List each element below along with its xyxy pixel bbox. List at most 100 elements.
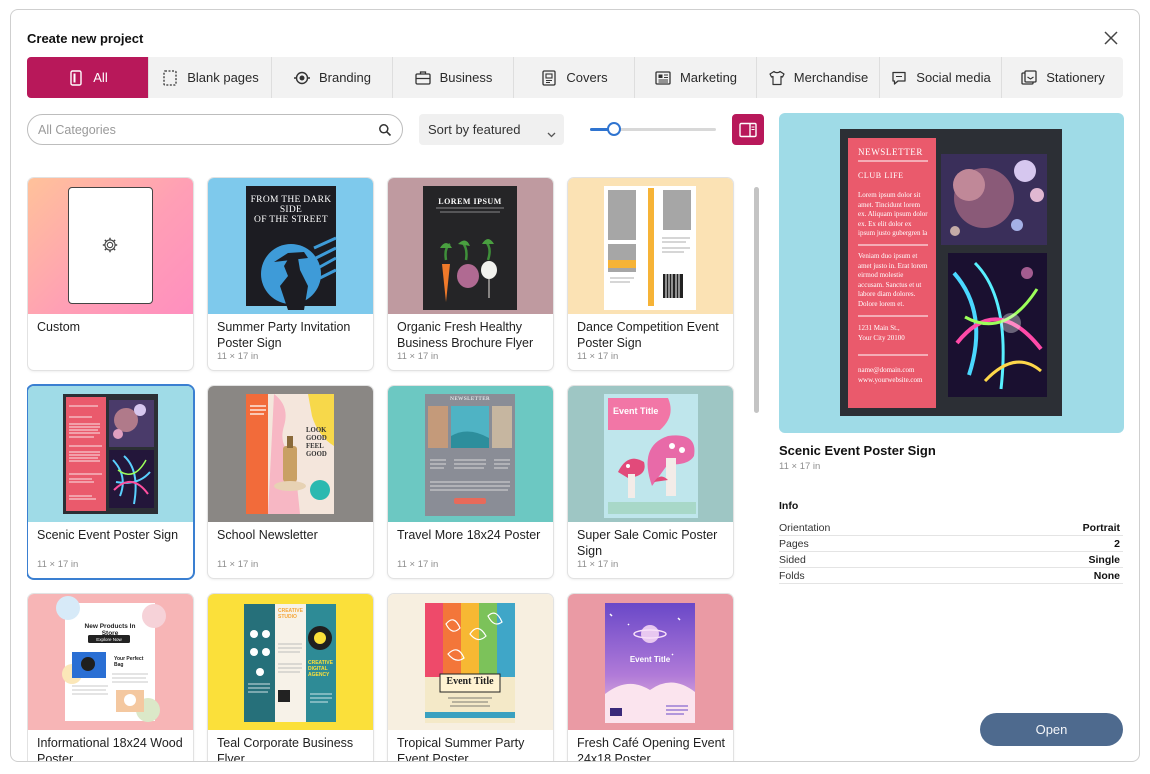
template-name: Organic Fresh Healthy Business Brochure …: [397, 320, 534, 350]
template-thumbnail: New Products In Store Explore Now Your P…: [28, 594, 193, 730]
cover-icon: [540, 69, 558, 87]
poster-text: NEWSLETTER: [449, 396, 491, 402]
search-input[interactable]: [38, 121, 358, 139]
stationery-icon: [1020, 69, 1038, 87]
template-name: Teal Corporate Business Flyer: [217, 736, 354, 762]
tab-label: Stationery: [1046, 70, 1105, 85]
toggle-preview-panel-button[interactable]: [732, 114, 764, 145]
poster-paragraph-line: amet. Tincidunt lorem: [858, 200, 921, 209]
poster-paragraph-line: Dolore lorem et.: [858, 299, 905, 308]
template-card[interactable]: Event Title Super Sale Comic Poster Sign…: [568, 386, 733, 578]
category-tabs: All Blank pages Branding Business Covers…: [27, 57, 1123, 98]
open-button[interactable]: Open: [980, 713, 1123, 746]
info-row-orientation: Orientation Portrait: [779, 520, 1123, 536]
grid-scrollbar[interactable]: [754, 187, 759, 413]
poster-paragraph-line: Veniam duo ipsum et: [858, 252, 918, 260]
poster-contact-line: www.yourwebsite.com: [858, 375, 923, 384]
poster-text: LOREM IPSUM: [438, 197, 502, 206]
template-thumbnail: LOREM IPSUM: [388, 178, 553, 314]
gear-icon: [101, 236, 119, 259]
template-name: Informational 18x24 Wood Poster: [37, 736, 183, 762]
template-thumbnail: [28, 386, 193, 522]
chat-icon: [890, 69, 908, 87]
poster-text: Event Title: [613, 406, 659, 416]
template-size: 11 × 17 in: [37, 559, 79, 570]
newspaper-icon: [654, 69, 672, 87]
tab-label: All: [93, 70, 108, 85]
template-thumbnail: Event Title: [388, 594, 553, 730]
poster-paragraph-line: labore diam dolores.: [858, 290, 916, 298]
tab-label: Covers: [566, 70, 608, 85]
info-value: 2: [1114, 538, 1120, 550]
poster-text: OF THE STREET: [254, 215, 328, 225]
info-row-folds: Folds None: [779, 568, 1123, 584]
poster-text: STUDIO: [278, 614, 297, 620]
poster-text: SIDE: [279, 205, 303, 215]
poster-text: Bag: [114, 662, 124, 668]
template-card[interactable]: Event Title Tropical Summer Party Event …: [388, 594, 553, 761]
tshirt-icon: [768, 69, 786, 87]
poster-text: FROM THE DARK: [250, 195, 332, 205]
tab-all[interactable]: All: [27, 57, 148, 98]
template-card-custom[interactable]: Custom: [28, 178, 193, 370]
template-card[interactable]: FROM THE DARK SIDE OF THE STREET Summer …: [208, 178, 373, 370]
sort-dropdown[interactable]: Sort by featured: [419, 114, 564, 145]
template-card[interactable]: Event Title Fresh Café Opening Event 24x…: [568, 594, 733, 762]
info-value: None: [1093, 570, 1120, 582]
tab-marketing[interactable]: Marketing: [634, 57, 756, 98]
info-value: Portrait: [1082, 522, 1120, 534]
tab-merchandise[interactable]: Merchandise: [756, 57, 879, 98]
template-size: 11 × 17 in: [577, 559, 619, 570]
template-card[interactable]: Dance Competition Event Poster Sign 11 ×…: [568, 178, 733, 370]
template-name: Super Sale Comic Poster Sign: [577, 528, 718, 558]
template-card-selected[interactable]: Scenic Event Poster Sign 11 × 17 in: [28, 386, 193, 578]
branding-icon: [293, 69, 311, 87]
poster-paragraph-line: Lorem ipsum dolor sit: [858, 191, 921, 199]
tab-label: Marketing: [679, 70, 738, 85]
tab-blank-pages[interactable]: Blank pages: [148, 57, 271, 98]
template-card[interactable]: NEWSLETTER Travel More 18x24 Poster 11 ×…: [388, 386, 553, 578]
template-card[interactable]: LOREM IPSUM Organic Fresh Healthy Busine…: [388, 178, 553, 370]
template-thumbnail: LOOK GOOD FEEL GOOD: [208, 386, 373, 522]
slider-thumb[interactable]: [607, 122, 621, 136]
template-card[interactable]: LOOK GOOD FEEL GOOD School Newsletter 11…: [208, 386, 373, 578]
template-thumbnail: Event Title: [568, 386, 733, 522]
tab-social-media[interactable]: Social media: [879, 57, 1001, 98]
poster-text: GOOD: [306, 451, 327, 458]
all-pages-icon: [67, 69, 85, 87]
create-project-dialog: Create new project All Blank pages Brand…: [10, 9, 1140, 762]
zoom-slider[interactable]: [590, 122, 716, 136]
poster-paragraph-line: ex. Ex elit dolor ex: [858, 219, 912, 228]
template-card[interactable]: CREATIVE STUDIO CREATIVE DIGITAL AGENCY …: [208, 594, 373, 762]
poster-text: GOOD: [306, 435, 327, 442]
tab-covers[interactable]: Covers: [513, 57, 634, 98]
template-name: Travel More 18x24 Poster: [397, 528, 541, 542]
template-thumbnail: CREATIVE STUDIO CREATIVE DIGITAL AGENCY: [208, 594, 373, 730]
poster-paragraph-line: ex. Aliquam ipsum dolor: [858, 210, 928, 218]
template-thumbnail: [28, 178, 193, 314]
info-key: Orientation: [779, 522, 831, 534]
briefcase-icon: [414, 69, 432, 87]
template-size: 11 × 17 in: [397, 351, 439, 362]
blank-page-icon: [161, 69, 179, 87]
tab-label: Branding: [318, 70, 372, 85]
poster-heading: NEWSLETTER: [858, 147, 923, 157]
chevron-down-icon: [547, 126, 556, 138]
close-icon[interactable]: [1103, 30, 1119, 46]
poster-text: AGENCY: [308, 672, 330, 678]
tab-branding[interactable]: Branding: [271, 57, 392, 98]
poster-text: Event Title: [446, 676, 494, 687]
category-search-field: [27, 114, 403, 145]
template-thumbnail: [568, 178, 733, 314]
template-name: Dance Competition Event Poster Sign: [577, 320, 719, 350]
template-size: 11 × 17 in: [577, 351, 619, 362]
search-icon[interactable]: [378, 123, 392, 137]
tab-business[interactable]: Business: [392, 57, 513, 98]
template-name: Fresh Café Opening Event 24x18 Poster: [577, 736, 725, 762]
poster-paragraph-line: ipsum justo gubergren la: [858, 229, 928, 237]
info-row-pages: Pages 2: [779, 536, 1123, 552]
tab-stationery[interactable]: Stationery: [1001, 57, 1123, 98]
template-thumbnail: NEWSLETTER: [388, 386, 553, 522]
template-card[interactable]: New Products In Store Explore Now Your P…: [28, 594, 193, 762]
template-preview: NEWSLETTER CLUB LIFE Lorem ipsum dolor s…: [779, 113, 1124, 433]
